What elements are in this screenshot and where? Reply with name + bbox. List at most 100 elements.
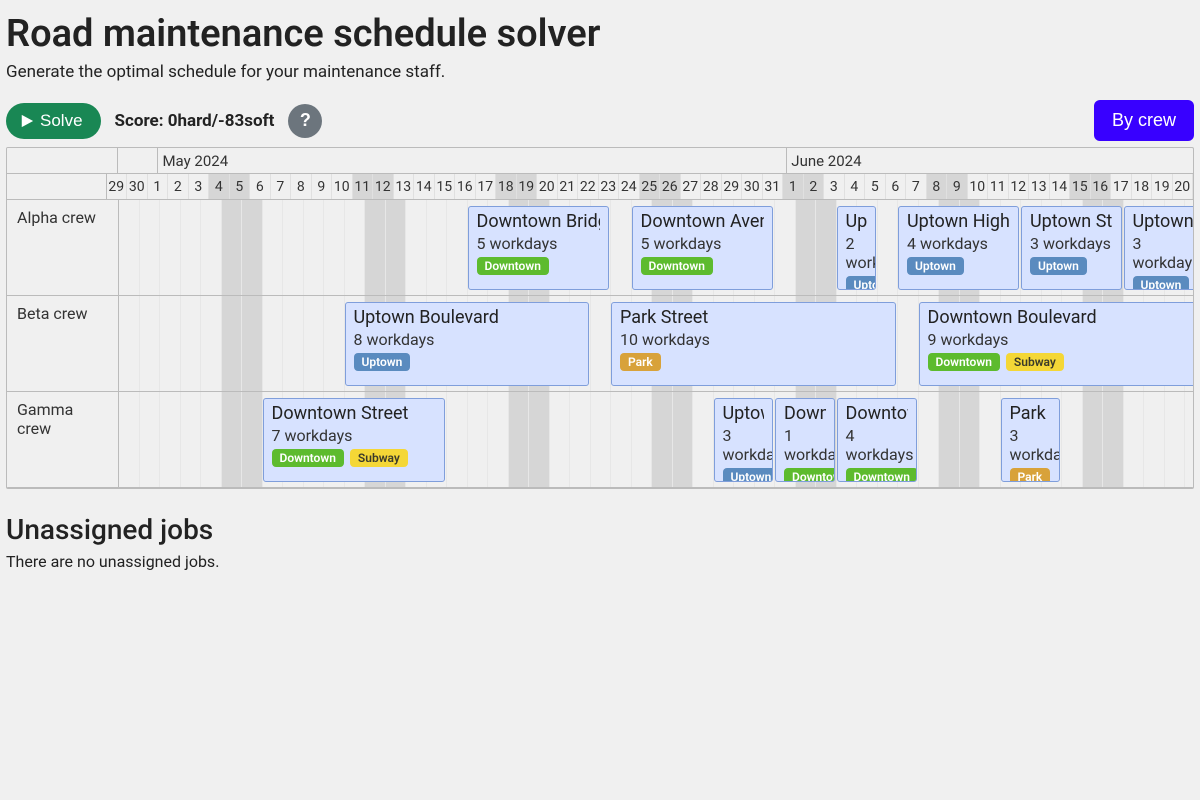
job-workdays: 7 workdays (272, 426, 437, 445)
job-block[interactable]: Downtown1 workdayDowntown (775, 398, 835, 482)
job-workdays: 3 workdays (1133, 234, 1195, 272)
job-block[interactable]: Uptown Highway4 workdaysUptown (898, 206, 1019, 290)
day-header-cell: 12 (373, 174, 394, 199)
day-header-cell: 11 (353, 174, 374, 199)
job-workdays: 4 workdays (907, 234, 1010, 253)
job-workdays: 3 workdays (1010, 426, 1052, 464)
job-tag: Downtown (272, 449, 344, 467)
job-title: Uptown Boulevard (354, 307, 580, 328)
job-tag: Uptown (907, 257, 964, 275)
job-tag: Uptown (1133, 276, 1190, 290)
crew-label: Beta crew (7, 296, 119, 391)
crew-row: Beta crewUptown Boulevard8 workdaysUptow… (7, 296, 1193, 392)
job-block[interactable]: Downtown Avenue5 workdaysDowntown (632, 206, 774, 290)
day-header-cell: 6 (886, 174, 907, 199)
day-header-cell: 30 (742, 174, 763, 199)
day-header-cell: 20 (1173, 174, 1194, 199)
score-text: Score: 0hard/-83soft (115, 111, 275, 131)
play-icon (20, 114, 34, 128)
job-title: Uptown (723, 403, 765, 424)
job-tag: Subway (1006, 353, 1064, 371)
job-title: Park Street (620, 307, 887, 328)
job-title: Downtown Bridge (477, 211, 601, 232)
job-block[interactable]: Uptown3 workdaysUptown (714, 398, 774, 482)
solve-button[interactable]: Solve (6, 103, 101, 139)
job-tag: Downtown (928, 353, 1000, 371)
solve-button-label: Solve (40, 111, 83, 131)
day-header-cell: 22 (578, 174, 599, 199)
day-header-cell: 1 (148, 174, 169, 199)
day-header-cell: 20 (537, 174, 558, 199)
day-header-cell: 8 (291, 174, 312, 199)
job-title: Uptown (1133, 211, 1195, 232)
day-header-cell: 24 (619, 174, 640, 199)
job-block[interactable]: Downtown Street7 workdaysDowntownSubway (263, 398, 446, 482)
job-block[interactable]: Park Street10 workdaysPark (611, 302, 896, 386)
month-label: June 2024 (787, 148, 1193, 173)
month-label: May 2024 (158, 148, 787, 173)
job-tag: Uptown (354, 353, 411, 371)
job-block[interactable]: Downtown4 workdaysDowntown (837, 398, 917, 482)
day-header-cell: 18 (496, 174, 517, 199)
day-header-cell: 9 (947, 174, 968, 199)
toolbar: Solve Score: 0hard/-83soft ? By crew (6, 100, 1194, 141)
day-header-cell: 29 (107, 174, 128, 199)
job-title: Downtown Avenue (641, 211, 765, 232)
job-block[interactable]: Uptown Street 3 workdays Uptown (1021, 206, 1122, 290)
bycrew-button[interactable]: By crew (1094, 100, 1194, 141)
day-header-cell: 6 (250, 174, 271, 199)
job-workdays: 9 workdays (928, 330, 1195, 349)
day-header-cell: 3 (189, 174, 210, 199)
day-header-cell: 23 (599, 174, 620, 199)
job-tag: Downtown (784, 468, 835, 482)
day-header-cell: 13 (1029, 174, 1050, 199)
day-header-cell: 9 (312, 174, 333, 199)
job-title: Uptown Street (1030, 211, 1113, 232)
job-tag: Park (620, 353, 661, 371)
job-tag: Park (1010, 468, 1051, 482)
job-workdays: 3 workdays (723, 426, 765, 464)
job-block[interactable]: Downtown Bridge5 workdaysDowntown (468, 206, 610, 290)
day-header-cell: 27 (681, 174, 702, 199)
day-header-cell: 16 (455, 174, 476, 199)
crew-slots: Uptown Boulevard8 workdaysUptown Park Str… (119, 296, 1194, 391)
job-block[interactable]: Downtown Boulevard9 workdaysDowntownSubw… (919, 302, 1195, 386)
day-header-cell: 28 (701, 174, 722, 199)
job-tag: Uptown (1030, 257, 1087, 275)
day-header-cell: 2 (804, 174, 825, 199)
day-header-cell: 2 (168, 174, 189, 199)
day-header-cell: 21 (558, 174, 579, 199)
day-header-cell: 26 (660, 174, 681, 199)
help-button[interactable]: ? (288, 104, 322, 138)
day-header-cell: 5 (865, 174, 886, 199)
job-tag: Uptown (846, 276, 876, 290)
gantt-corner (7, 148, 118, 173)
job-workdays: 3 workdays (1030, 234, 1113, 253)
job-title: Uptown (846, 211, 867, 232)
day-header-cell: 5 (230, 174, 251, 199)
gantt-corner (7, 174, 107, 199)
crew-label: Gamma crew (7, 392, 119, 487)
day-header-cell: 17 (1111, 174, 1132, 199)
page-title: Road maintenance schedule solver (6, 12, 1194, 56)
day-header-cell: 10 (332, 174, 353, 199)
job-block[interactable]: Uptown3 workdaysUptown (1124, 206, 1195, 290)
unassigned-heading: Unassigned jobs (6, 513, 1194, 546)
crew-slots: Downtown Bridge5 workdaysDowntownDowntow… (119, 200, 1194, 295)
job-block[interactable]: Park Boulevard3 workdaysPark (1001, 398, 1061, 482)
day-header-cell: 4 (209, 174, 230, 199)
day-header-cell: 4 (845, 174, 866, 199)
day-header-cell: 14 (414, 174, 435, 199)
job-block[interactable]: Uptown Boulevard8 workdaysUptown (345, 302, 589, 386)
job-tag: Downtown (846, 468, 917, 482)
job-tag: Subway (350, 449, 408, 467)
job-block[interactable]: Uptown2 workdaysUptown (837, 206, 876, 290)
day-header-cell: 1 (783, 174, 804, 199)
job-tag: Uptown (723, 468, 774, 482)
day-header-cell: 13 (394, 174, 415, 199)
day-header-cell: 25 (640, 174, 661, 199)
crew-row: Alpha crewDowntown Bridge5 workdaysDownt… (7, 200, 1193, 296)
day-header-cell: 10 (968, 174, 989, 199)
day-header-cell: 16 (1091, 174, 1112, 199)
page-subtitle: Generate the optimal schedule for your m… (6, 62, 1194, 82)
